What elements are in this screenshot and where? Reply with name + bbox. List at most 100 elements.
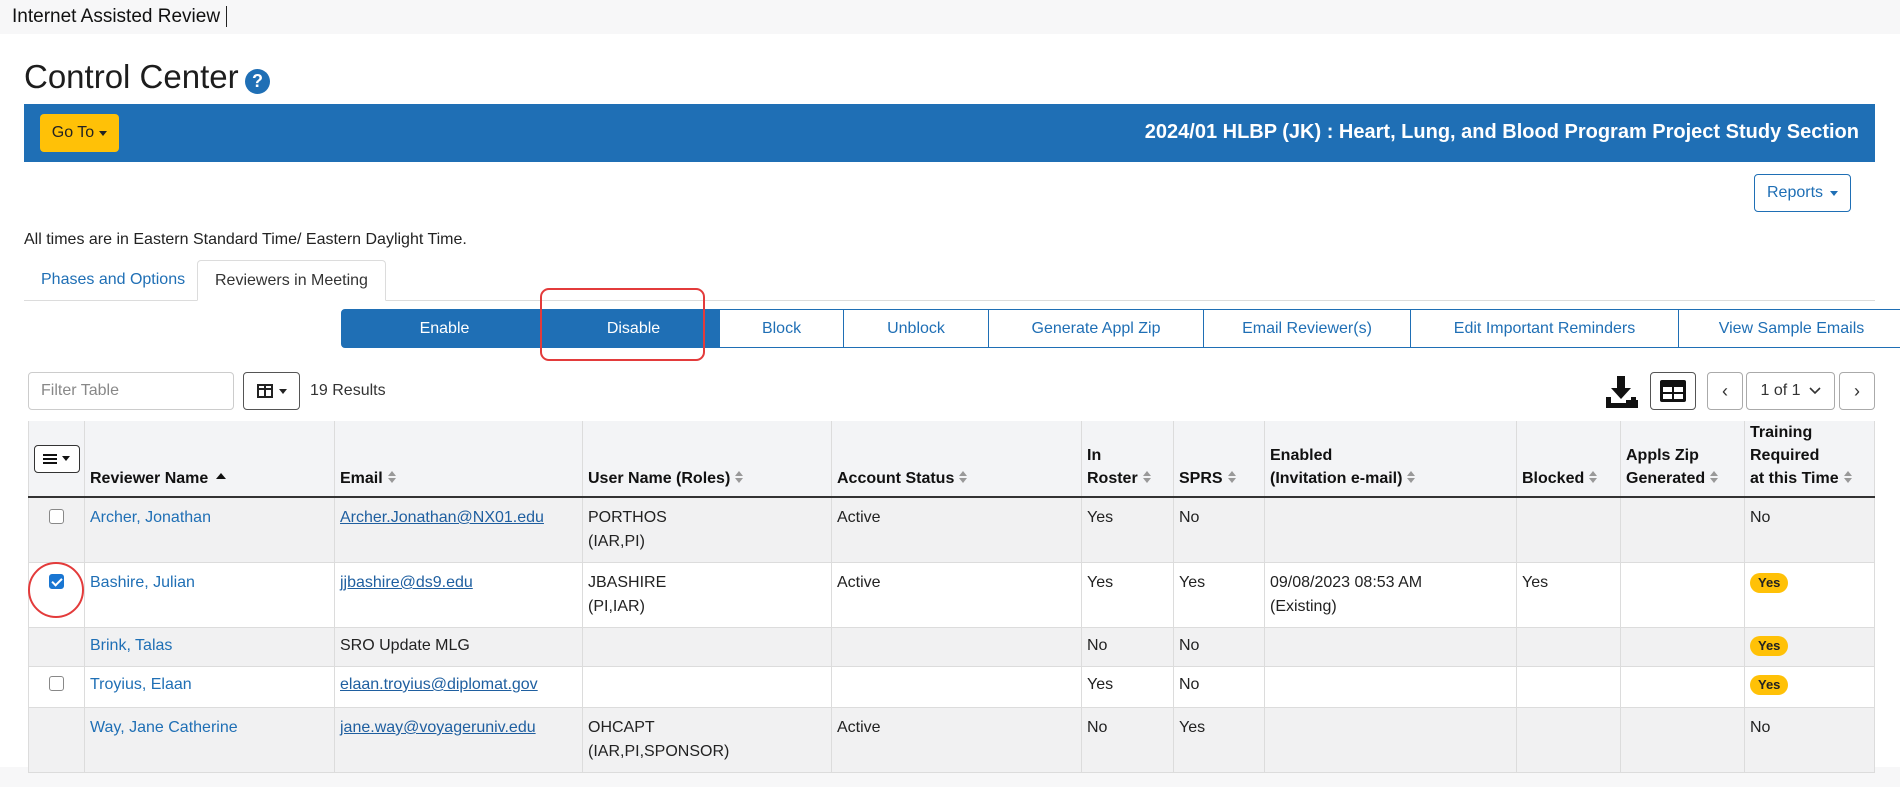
email-reviewers-button[interactable]: Email Reviewer(s): [1203, 309, 1411, 348]
filter-table-input[interactable]: [28, 372, 234, 410]
email-link[interactable]: jjbashire@ds9.edu: [340, 574, 473, 591]
header-user-name[interactable]: User Name (Roles): [582, 421, 832, 498]
reviewer-name-link[interactable]: Bashire, Julian: [90, 574, 195, 591]
tab-phases-and-options[interactable]: Phases and Options: [24, 260, 202, 301]
cell-reviewer-name: Way, Jane Catherine: [84, 707, 335, 773]
question-circle-icon[interactable]: ?: [245, 69, 270, 94]
sort-ascending-icon: [216, 473, 227, 479]
table-menu-button[interactable]: [33, 444, 80, 473]
sort-icon: [1710, 471, 1719, 484]
header-label-line2: at this Time: [1750, 470, 1839, 487]
grid-view-button[interactable]: [1650, 372, 1696, 410]
table-menu-header: [28, 421, 85, 498]
reports-button[interactable]: Reports: [1754, 174, 1851, 212]
header-label: Account Status: [837, 470, 955, 487]
header-enabled[interactable]: Enabled (Invitation e-mail): [1264, 421, 1517, 498]
cell-reviewer-name: Brink, Talas: [84, 627, 335, 667]
reviewer-name-link[interactable]: Troyius, Elaan: [90, 676, 192, 693]
cell-user-name: [582, 666, 832, 708]
page-indicator: 1 of 1: [1760, 382, 1801, 399]
cell-reviewer-name: Archer, Jonathan: [84, 497, 335, 563]
previous-page-button[interactable]: ‹: [1707, 372, 1743, 410]
next-page-button[interactable]: ›: [1839, 372, 1875, 410]
cell-appls-zip: [1620, 666, 1745, 708]
header-label-line1: Training Required: [1750, 424, 1820, 464]
cell-in-roster: Yes: [1081, 497, 1174, 563]
chevron-right-icon: ›: [1854, 380, 1860, 401]
page-content: Control Center ? Go To 2024/01 HLBP (JK)…: [0, 34, 1900, 773]
header-label-line2: (Invitation e-mail): [1270, 470, 1403, 487]
page-select[interactable]: 1 of 1: [1746, 372, 1835, 410]
header-label: Email: [340, 470, 383, 487]
sort-icon: [1227, 471, 1236, 484]
training-value: No: [1750, 719, 1771, 736]
header-label: SPRS: [1179, 470, 1223, 487]
cell-sprs: Yes: [1173, 562, 1265, 628]
header-account-status[interactable]: Account Status: [831, 421, 1082, 498]
cell-in-roster: No: [1081, 707, 1174, 773]
header-blocked[interactable]: Blocked: [1516, 421, 1621, 498]
header-label: Reviewer Name: [90, 470, 209, 487]
generate-appl-zip-button[interactable]: Generate Appl Zip: [988, 309, 1204, 348]
goto-button[interactable]: Go To: [40, 114, 119, 152]
block-button[interactable]: Block: [719, 309, 844, 348]
header-appls-zip-generated[interactable]: Appls Zip Generated: [1620, 421, 1745, 498]
sort-icon: [735, 471, 744, 484]
email-link[interactable]: Archer.Jonathan@NX01.edu: [340, 509, 544, 526]
download-icon[interactable]: [1603, 373, 1639, 409]
reviewer-name-link[interactable]: Way, Jane Catherine: [90, 719, 238, 736]
header-training-required[interactable]: Training Required at this Time: [1744, 421, 1875, 498]
header-label-line1: Appls Zip: [1626, 447, 1699, 464]
user-name: OHCAPT: [588, 719, 655, 736]
grid-view-icon: [1660, 380, 1686, 402]
row-checkbox[interactable]: [49, 676, 64, 691]
cell-blocked: [1516, 666, 1621, 708]
sort-icon: [1142, 471, 1151, 484]
results-count: 19 Results: [310, 382, 386, 399]
reviewer-name-link[interactable]: Archer, Jonathan: [90, 509, 211, 526]
table-row: Bashire, Julian jjbashire@ds9.edu JBASHI…: [28, 562, 1875, 628]
header-sprs[interactable]: SPRS: [1173, 421, 1265, 498]
edit-important-reminders-button[interactable]: Edit Important Reminders: [1410, 309, 1679, 348]
table-row: Brink, Talas SRO Update MLG No No Yes: [28, 627, 1875, 667]
view-sample-emails-button[interactable]: View Sample Emails: [1678, 309, 1900, 348]
cell-email: Archer.Jonathan@NX01.edu: [334, 497, 583, 563]
header-email[interactable]: Email: [334, 421, 583, 498]
cell-email: jjbashire@ds9.edu: [334, 562, 583, 628]
cell-training: Yes: [1744, 627, 1875, 667]
caret-down-icon: [278, 388, 287, 394]
cell-in-roster: Yes: [1081, 562, 1174, 628]
cell-reviewer-name: Troyius, Elaan: [84, 666, 335, 708]
cell-email: SRO Update MLG: [334, 627, 583, 667]
email-link[interactable]: elaan.troyius@diplomat.gov: [340, 676, 538, 693]
email-link[interactable]: jane.way@voyageruniv.edu: [340, 719, 536, 736]
tab-reviewers-in-meeting[interactable]: Reviewers in Meeting: [197, 260, 386, 301]
reviewer-name-link[interactable]: Brink, Talas: [90, 637, 172, 654]
enable-button[interactable]: Enable: [341, 309, 548, 348]
cell-sprs: No: [1173, 627, 1265, 667]
cell-appls-zip: [1620, 627, 1745, 667]
training-badge: Yes: [1750, 636, 1789, 656]
header-in-roster[interactable]: In Roster: [1081, 421, 1174, 498]
header-label-line2: Roster: [1087, 470, 1138, 487]
enabled-date: 09/08/2023 08:53 AM: [1270, 574, 1423, 591]
reviewers-table: Reviewer Name Email User Name (Roles) Ac…: [28, 421, 1875, 773]
row-select-cell: [28, 707, 85, 773]
cell-email: jane.way@voyageruniv.edu: [334, 707, 583, 773]
cell-user-name: PORTHOS (IAR,PI): [582, 497, 832, 563]
cell-enabled: [1264, 666, 1517, 708]
row-select-cell: [28, 497, 85, 563]
caret-down-icon: [99, 130, 108, 136]
caret-down-icon: [62, 456, 70, 461]
cell-sprs: No: [1173, 666, 1265, 708]
header-reviewer-name[interactable]: Reviewer Name: [84, 421, 335, 498]
unblock-button[interactable]: Unblock: [843, 309, 989, 348]
reports-label: Reports: [1766, 184, 1824, 201]
row-checkbox[interactable]: [49, 509, 64, 524]
cell-account-status: [831, 627, 1082, 667]
column-chooser-button[interactable]: [243, 372, 300, 410]
cell-appls-zip: [1620, 707, 1745, 773]
cell-user-name: [582, 627, 832, 667]
header-label-line2: Generated: [1626, 470, 1706, 487]
user-name: PORTHOS: [588, 509, 667, 526]
